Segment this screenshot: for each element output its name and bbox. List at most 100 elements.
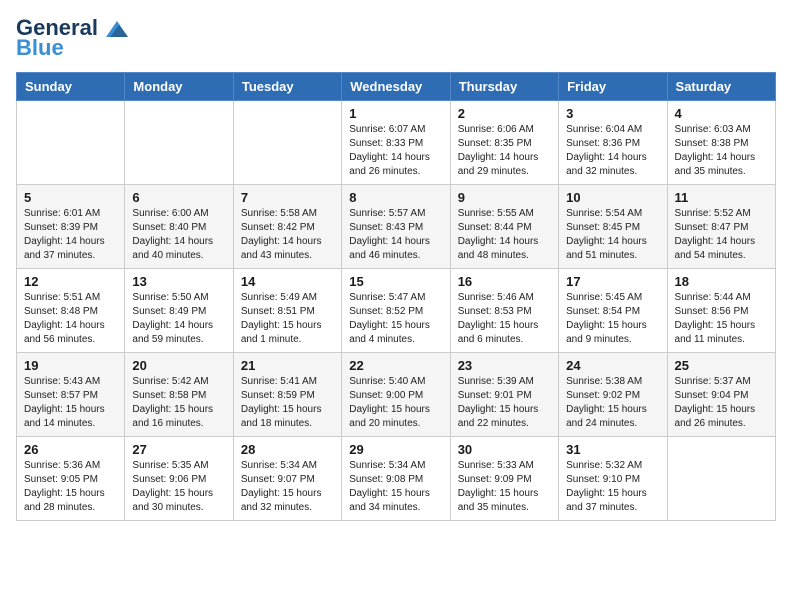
day-info: Sunrise: 5:36 AM Sunset: 9:05 PM Dayligh… xyxy=(24,459,117,515)
day-of-week-header: Saturday xyxy=(667,73,775,101)
day-info: Sunrise: 5:55 AM Sunset: 8:44 PM Dayligh… xyxy=(458,207,551,263)
calendar-cell: 25 Sunrise: 5:37 AM Sunset: 9:04 PM Dayli… xyxy=(667,353,775,437)
day-number: 19 xyxy=(24,358,117,373)
calendar-cell: 22 Sunrise: 5:40 AM Sunset: 9:00 PM Dayli… xyxy=(342,353,450,437)
calendar-cell: 11 Sunrise: 5:52 AM Sunset: 8:47 PM Dayli… xyxy=(667,185,775,269)
day-info: Sunrise: 5:45 AM Sunset: 8:54 PM Dayligh… xyxy=(566,291,659,347)
calendar-cell: 7Sunrise: 5:58 AM Sunset: 8:42 PM Daylig… xyxy=(233,185,341,269)
calendar-week-row: 5Sunrise: 6:01 AM Sunset: 8:39 PM Daylig… xyxy=(17,185,776,269)
calendar-cell xyxy=(233,101,341,185)
calendar-header-row: SundayMondayTuesdayWednesdayThursdayFrid… xyxy=(17,73,776,101)
day-info: Sunrise: 5:58 AM Sunset: 8:42 PM Dayligh… xyxy=(241,207,334,263)
day-info: Sunrise: 5:32 AM Sunset: 9:10 PM Dayligh… xyxy=(566,459,659,515)
day-number: 27 xyxy=(132,442,225,457)
calendar-cell: 5Sunrise: 6:01 AM Sunset: 8:39 PM Daylig… xyxy=(17,185,125,269)
day-info: Sunrise: 5:35 AM Sunset: 9:06 PM Dayligh… xyxy=(132,459,225,515)
calendar-week-row: 26 Sunrise: 5:36 AM Sunset: 9:05 PM Dayli… xyxy=(17,437,776,521)
calendar-cell: 29Sunrise: 5:34 AM Sunset: 9:08 PM Dayli… xyxy=(342,437,450,521)
day-info: Sunrise: 6:00 AM Sunset: 8:40 PM Dayligh… xyxy=(132,207,225,263)
calendar-cell: 8 Sunrise: 5:57 AM Sunset: 8:43 PM Daylig… xyxy=(342,185,450,269)
day-info: Sunrise: 5:38 AM Sunset: 9:02 PM Dayligh… xyxy=(566,375,659,431)
calendar-cell xyxy=(17,101,125,185)
day-info: Sunrise: 5:40 AM Sunset: 9:00 PM Dayligh… xyxy=(349,375,442,431)
day-number: 1 xyxy=(349,106,442,121)
calendar-cell: 27 Sunrise: 5:35 AM Sunset: 9:06 PM Dayli… xyxy=(125,437,233,521)
day-number: 11 xyxy=(675,190,768,205)
day-info: Sunrise: 5:41 AM Sunset: 8:59 PM Dayligh… xyxy=(241,375,334,431)
day-number: 13 xyxy=(132,274,225,289)
calendar-cell: 18Sunrise: 5:44 AM Sunset: 8:56 PM Dayli… xyxy=(667,269,775,353)
day-number: 30 xyxy=(458,442,551,457)
calendar-cell: 2Sunrise: 6:06 AM Sunset: 8:35 PM Daylig… xyxy=(450,101,558,185)
calendar-cell: 4Sunrise: 6:03 AM Sunset: 8:38 PM Daylig… xyxy=(667,101,775,185)
calendar-week-row: 1 Sunrise: 6:07 AM Sunset: 8:33 PM Daylig… xyxy=(17,101,776,185)
calendar-cell: 23Sunrise: 5:39 AM Sunset: 9:01 PM Dayli… xyxy=(450,353,558,437)
day-number: 24 xyxy=(566,358,659,373)
day-info: Sunrise: 5:50 AM Sunset: 8:49 PM Dayligh… xyxy=(132,291,225,347)
day-number: 16 xyxy=(458,274,551,289)
day-info: Sunrise: 5:52 AM Sunset: 8:47 PM Dayligh… xyxy=(675,207,768,263)
logo-blue: Blue xyxy=(16,36,64,60)
day-number: 5 xyxy=(24,190,117,205)
day-of-week-header: Wednesday xyxy=(342,73,450,101)
day-info: Sunrise: 5:51 AM Sunset: 8:48 PM Dayligh… xyxy=(24,291,117,347)
calendar-cell: 9 Sunrise: 5:55 AM Sunset: 8:44 PM Daylig… xyxy=(450,185,558,269)
calendar-cell: 28 Sunrise: 5:34 AM Sunset: 9:07 PM Dayli… xyxy=(233,437,341,521)
day-info: Sunrise: 5:57 AM Sunset: 8:43 PM Dayligh… xyxy=(349,207,442,263)
calendar-cell: 21Sunrise: 5:41 AM Sunset: 8:59 PM Dayli… xyxy=(233,353,341,437)
day-info: Sunrise: 5:39 AM Sunset: 9:01 PM Dayligh… xyxy=(458,375,551,431)
day-number: 9 xyxy=(458,190,551,205)
calendar-table: SundayMondayTuesdayWednesdayThursdayFrid… xyxy=(16,72,776,521)
day-of-week-header: Thursday xyxy=(450,73,558,101)
calendar-cell xyxy=(125,101,233,185)
day-number: 14 xyxy=(241,274,334,289)
day-number: 22 xyxy=(349,358,442,373)
page-header: General Blue xyxy=(16,16,776,60)
day-number: 15 xyxy=(349,274,442,289)
day-number: 25 xyxy=(675,358,768,373)
day-info: Sunrise: 6:03 AM Sunset: 8:38 PM Dayligh… xyxy=(675,123,768,179)
day-number: 12 xyxy=(24,274,117,289)
day-of-week-header: Monday xyxy=(125,73,233,101)
day-info: Sunrise: 6:04 AM Sunset: 8:36 PM Dayligh… xyxy=(566,123,659,179)
day-number: 3 xyxy=(566,106,659,121)
calendar-cell: 30Sunrise: 5:33 AM Sunset: 9:09 PM Dayli… xyxy=(450,437,558,521)
logo: General Blue xyxy=(16,16,128,60)
day-info: Sunrise: 5:37 AM Sunset: 9:04 PM Dayligh… xyxy=(675,375,768,431)
day-of-week-header: Sunday xyxy=(17,73,125,101)
calendar-week-row: 12 Sunrise: 5:51 AM Sunset: 8:48 PM Dayli… xyxy=(17,269,776,353)
calendar-cell: 31 Sunrise: 5:32 AM Sunset: 9:10 PM Dayli… xyxy=(559,437,667,521)
calendar-cell: 3 Sunrise: 6:04 AM Sunset: 8:36 PM Daylig… xyxy=(559,101,667,185)
day-number: 26 xyxy=(24,442,117,457)
logo-icon xyxy=(106,21,128,37)
day-number: 20 xyxy=(132,358,225,373)
calendar-cell: 24 Sunrise: 5:38 AM Sunset: 9:02 PM Dayli… xyxy=(559,353,667,437)
day-info: Sunrise: 5:42 AM Sunset: 8:58 PM Dayligh… xyxy=(132,375,225,431)
calendar-cell: 16Sunrise: 5:46 AM Sunset: 8:53 PM Dayli… xyxy=(450,269,558,353)
day-info: Sunrise: 5:43 AM Sunset: 8:57 PM Dayligh… xyxy=(24,375,117,431)
calendar-cell: 13 Sunrise: 5:50 AM Sunset: 8:49 PM Dayli… xyxy=(125,269,233,353)
calendar-cell: 1 Sunrise: 6:07 AM Sunset: 8:33 PM Daylig… xyxy=(342,101,450,185)
day-number: 31 xyxy=(566,442,659,457)
calendar-cell: 15 Sunrise: 5:47 AM Sunset: 8:52 PM Dayli… xyxy=(342,269,450,353)
day-number: 2 xyxy=(458,106,551,121)
day-of-week-header: Friday xyxy=(559,73,667,101)
day-number: 29 xyxy=(349,442,442,457)
calendar-cell xyxy=(667,437,775,521)
day-number: 6 xyxy=(132,190,225,205)
day-info: Sunrise: 5:47 AM Sunset: 8:52 PM Dayligh… xyxy=(349,291,442,347)
day-number: 8 xyxy=(349,190,442,205)
calendar-cell: 6 Sunrise: 6:00 AM Sunset: 8:40 PM Daylig… xyxy=(125,185,233,269)
day-number: 10 xyxy=(566,190,659,205)
day-of-week-header: Tuesday xyxy=(233,73,341,101)
day-number: 17 xyxy=(566,274,659,289)
day-info: Sunrise: 5:54 AM Sunset: 8:45 PM Dayligh… xyxy=(566,207,659,263)
day-info: Sunrise: 5:49 AM Sunset: 8:51 PM Dayligh… xyxy=(241,291,334,347)
calendar-cell: 12 Sunrise: 5:51 AM Sunset: 8:48 PM Dayli… xyxy=(17,269,125,353)
day-number: 28 xyxy=(241,442,334,457)
calendar-cell: 10 Sunrise: 5:54 AM Sunset: 8:45 PM Dayli… xyxy=(559,185,667,269)
day-info: Sunrise: 5:34 AM Sunset: 9:07 PM Dayligh… xyxy=(241,459,334,515)
calendar-cell: 26 Sunrise: 5:36 AM Sunset: 9:05 PM Dayli… xyxy=(17,437,125,521)
day-info: Sunrise: 6:07 AM Sunset: 8:33 PM Dayligh… xyxy=(349,123,442,179)
day-info: Sunrise: 5:44 AM Sunset: 8:56 PM Dayligh… xyxy=(675,291,768,347)
